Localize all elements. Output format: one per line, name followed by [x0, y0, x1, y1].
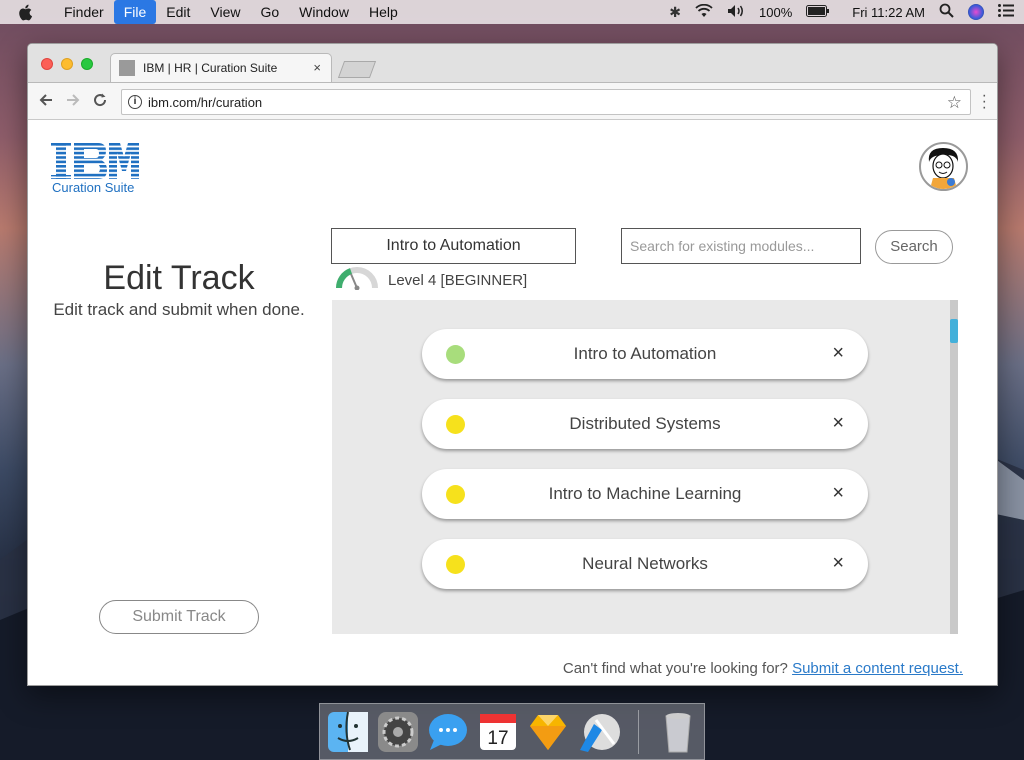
back-arrow-icon[interactable] [38, 92, 54, 113]
menu-edit[interactable]: Edit [156, 0, 200, 24]
siri-icon[interactable] [968, 4, 984, 20]
spotlight-search-icon[interactable] [939, 3, 954, 21]
browser-tab[interactable]: IBM | HR | Curation Suite × [110, 53, 332, 82]
module-list-scrollbar[interactable] [950, 300, 958, 634]
track-name-field[interactable]: Intro to Automation [331, 228, 576, 264]
dock-divider [638, 710, 639, 754]
battery-icon[interactable] [806, 4, 830, 20]
macos-dock: 17 [319, 703, 705, 760]
page-content: Curation Suite Edit Track Edit track and… [28, 121, 997, 685]
menu-file[interactable]: File [113, 0, 157, 24]
calendar-day: 17 [487, 728, 508, 749]
scrollbar-thumb[interactable] [950, 319, 958, 343]
page-subtitle: Edit track and submit when done. [53, 300, 305, 319]
menu-finder[interactable]: Finder [54, 0, 114, 24]
info-icon[interactable]: i [128, 95, 142, 109]
page-favicon-icon [119, 60, 135, 76]
new-tab-button[interactable] [337, 61, 377, 78]
menu-view[interactable]: View [200, 0, 250, 24]
minimize-window-button[interactable] [61, 58, 73, 70]
close-window-button[interactable] [41, 58, 53, 70]
xcode-icon[interactable] [576, 710, 620, 754]
menu-go[interactable]: Go [250, 0, 289, 24]
module-search-input[interactable]: Search for existing modules... [621, 228, 861, 264]
bookmark-star-icon[interactable]: ☆ [947, 93, 962, 113]
volume-icon[interactable] [727, 4, 745, 21]
remove-module-icon[interactable]: × [832, 343, 844, 363]
browser-menu-icon[interactable]: · · · [982, 88, 987, 116]
module-card[interactable]: Neural Networks × [422, 539, 868, 589]
menubar-clock[interactable]: Fri 11:22 AM [852, 5, 925, 20]
battery-percent: 100% [759, 4, 793, 20]
module-card[interactable]: Distributed Systems × [422, 399, 868, 449]
reload-icon[interactable] [92, 92, 108, 113]
menu-window[interactable]: Window [289, 0, 359, 24]
module-list-panel: Intro to Automation × Distributed System… [332, 300, 958, 634]
zoom-window-button[interactable] [81, 58, 93, 70]
module-card[interactable]: Intro to Machine Learning × [422, 469, 868, 519]
url-text: ibm.com/hr/curation [148, 94, 263, 110]
module-label: Intro to Machine Learning [548, 484, 742, 503]
module-label: Intro to Automation [573, 344, 717, 363]
notification-center-icon[interactable] [998, 4, 1014, 20]
browser-window: IBM | HR | Curation Suite × i ibm.com/hr… [27, 43, 998, 686]
browser-toolbar: i ibm.com/hr/curation ☆ · · · [28, 82, 997, 120]
remove-module-icon[interactable]: × [832, 553, 844, 573]
messages-icon[interactable] [426, 710, 470, 754]
module-label: Neural Networks [582, 554, 708, 573]
menu-help[interactable]: Help [359, 0, 408, 24]
bluetooth-icon[interactable]: ✱ [669, 4, 681, 21]
footer-help: Can't find what you're looking for? Subm… [563, 660, 963, 677]
macos-menubar: Finder File Edit View Go Window Help ✱ 1… [0, 0, 1024, 24]
calendar-icon[interactable]: 17 [476, 710, 520, 754]
submit-track-button[interactable]: Submit Track [99, 600, 259, 634]
wifi-icon[interactable] [695, 3, 713, 21]
footer-help-text: Can't find what you're looking for? [562, 660, 788, 677]
remove-module-icon[interactable]: × [832, 483, 844, 503]
search-button[interactable]: Search [875, 230, 953, 264]
logo-subtitle: Curation Suite [52, 180, 135, 195]
module-card[interactable]: Intro to Automation × [422, 329, 868, 379]
remove-module-icon[interactable]: × [832, 413, 844, 433]
user-avatar[interactable] [919, 142, 968, 191]
system-preferences-icon[interactable] [376, 710, 420, 754]
track-level: Level 4 [BEGINNER] [388, 272, 528, 289]
trash-icon[interactable] [656, 710, 700, 754]
forward-arrow-icon[interactable] [65, 92, 81, 113]
content-request-link[interactable]: Submit a content request. [792, 660, 963, 677]
page-title: Edit Track [103, 259, 255, 297]
address-bar[interactable]: i ibm.com/hr/curation ☆ [121, 89, 971, 115]
tab-title: IBM | HR | Curation Suite [143, 61, 278, 75]
module-label: Distributed Systems [569, 414, 721, 433]
sketch-icon[interactable] [526, 710, 570, 754]
tab-strip: IBM | HR | Curation Suite × [28, 44, 997, 82]
level-gauge-icon [335, 266, 378, 295]
window-controls [41, 58, 93, 70]
apple-icon[interactable] [18, 0, 36, 24]
finder-icon[interactable] [326, 710, 370, 754]
tab-close-icon[interactable]: × [313, 60, 321, 75]
